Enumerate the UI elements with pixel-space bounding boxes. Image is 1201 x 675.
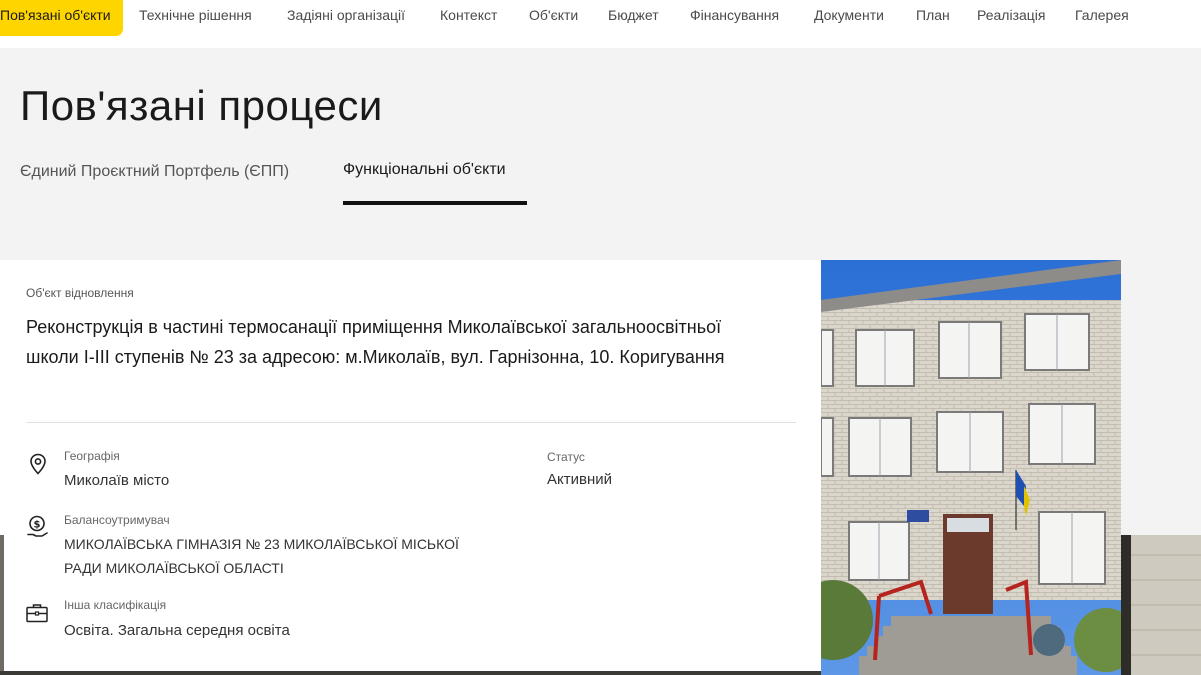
- page-title: Пов'язані процеси: [20, 82, 383, 129]
- school-building-photo[interactable]: [821, 260, 1121, 675]
- top-navigation: Пов'язані об'єкти Технічне рішення Задія…: [0, 0, 1201, 48]
- balance-holder-label: Балансоутримувач: [64, 513, 170, 527]
- recovery-object-card[interactable]: Об'єкт відновлення Реконструкція в части…: [0, 260, 821, 675]
- active-tab-indicator: [343, 201, 527, 205]
- status-value: Активний: [547, 471, 612, 488]
- location-pin-icon: [26, 452, 50, 476]
- nav-item-related-objects[interactable]: Пов'язані об'єкти: [0, 0, 123, 36]
- card-title[interactable]: Реконструкція в частині термосанації при…: [26, 312, 766, 372]
- nav-item-budget[interactable]: Бюджет: [608, 0, 659, 36]
- tab-functional-objects[interactable]: Функціональні об'єкти: [343, 161, 506, 179]
- geography-value: Миколаїв місто: [64, 472, 170, 489]
- gallery-photo-edge: [1121, 535, 1201, 675]
- nav-item-implementation[interactable]: Реалізація: [977, 0, 1046, 36]
- classification-label: Інша класифікація: [64, 598, 167, 612]
- classification-value: Освіта. Загальна середня освіта: [64, 622, 290, 639]
- status-label: Статус: [547, 450, 585, 464]
- photo-edge-bottom: [0, 671, 821, 675]
- tab-single-project-portfolio[interactable]: Єдиний Проєктний Портфель (ЄПП): [20, 163, 289, 181]
- nav-item-technical-solution[interactable]: Технічне рішення: [139, 0, 252, 36]
- nav-item-gallery[interactable]: Галерея: [1075, 0, 1129, 36]
- nav-item-documents[interactable]: Документи: [814, 0, 884, 36]
- svg-text:$: $: [34, 520, 41, 531]
- nav-item-financing[interactable]: Фінансування: [690, 0, 779, 36]
- nav-item-objects[interactable]: Об'єкти: [529, 0, 578, 36]
- money-bag-icon: $: [26, 514, 50, 538]
- geography-label: Географія: [64, 449, 120, 463]
- photo-edge-left: [0, 535, 4, 675]
- card-divider: [26, 422, 796, 423]
- briefcase-icon: [25, 601, 49, 625]
- nav-item-context[interactable]: Контекст: [440, 0, 497, 36]
- nav-item-organizations[interactable]: Задіяні організації: [287, 0, 405, 36]
- balance-holder-value: МИКОЛАЇВСЬКА ГІМНАЗІЯ № 23 МИКОЛАЇВСЬКОЇ…: [64, 536, 459, 576]
- nav-item-plan[interactable]: План: [916, 0, 950, 36]
- card-label: Об'єкт відновлення: [26, 286, 134, 300]
